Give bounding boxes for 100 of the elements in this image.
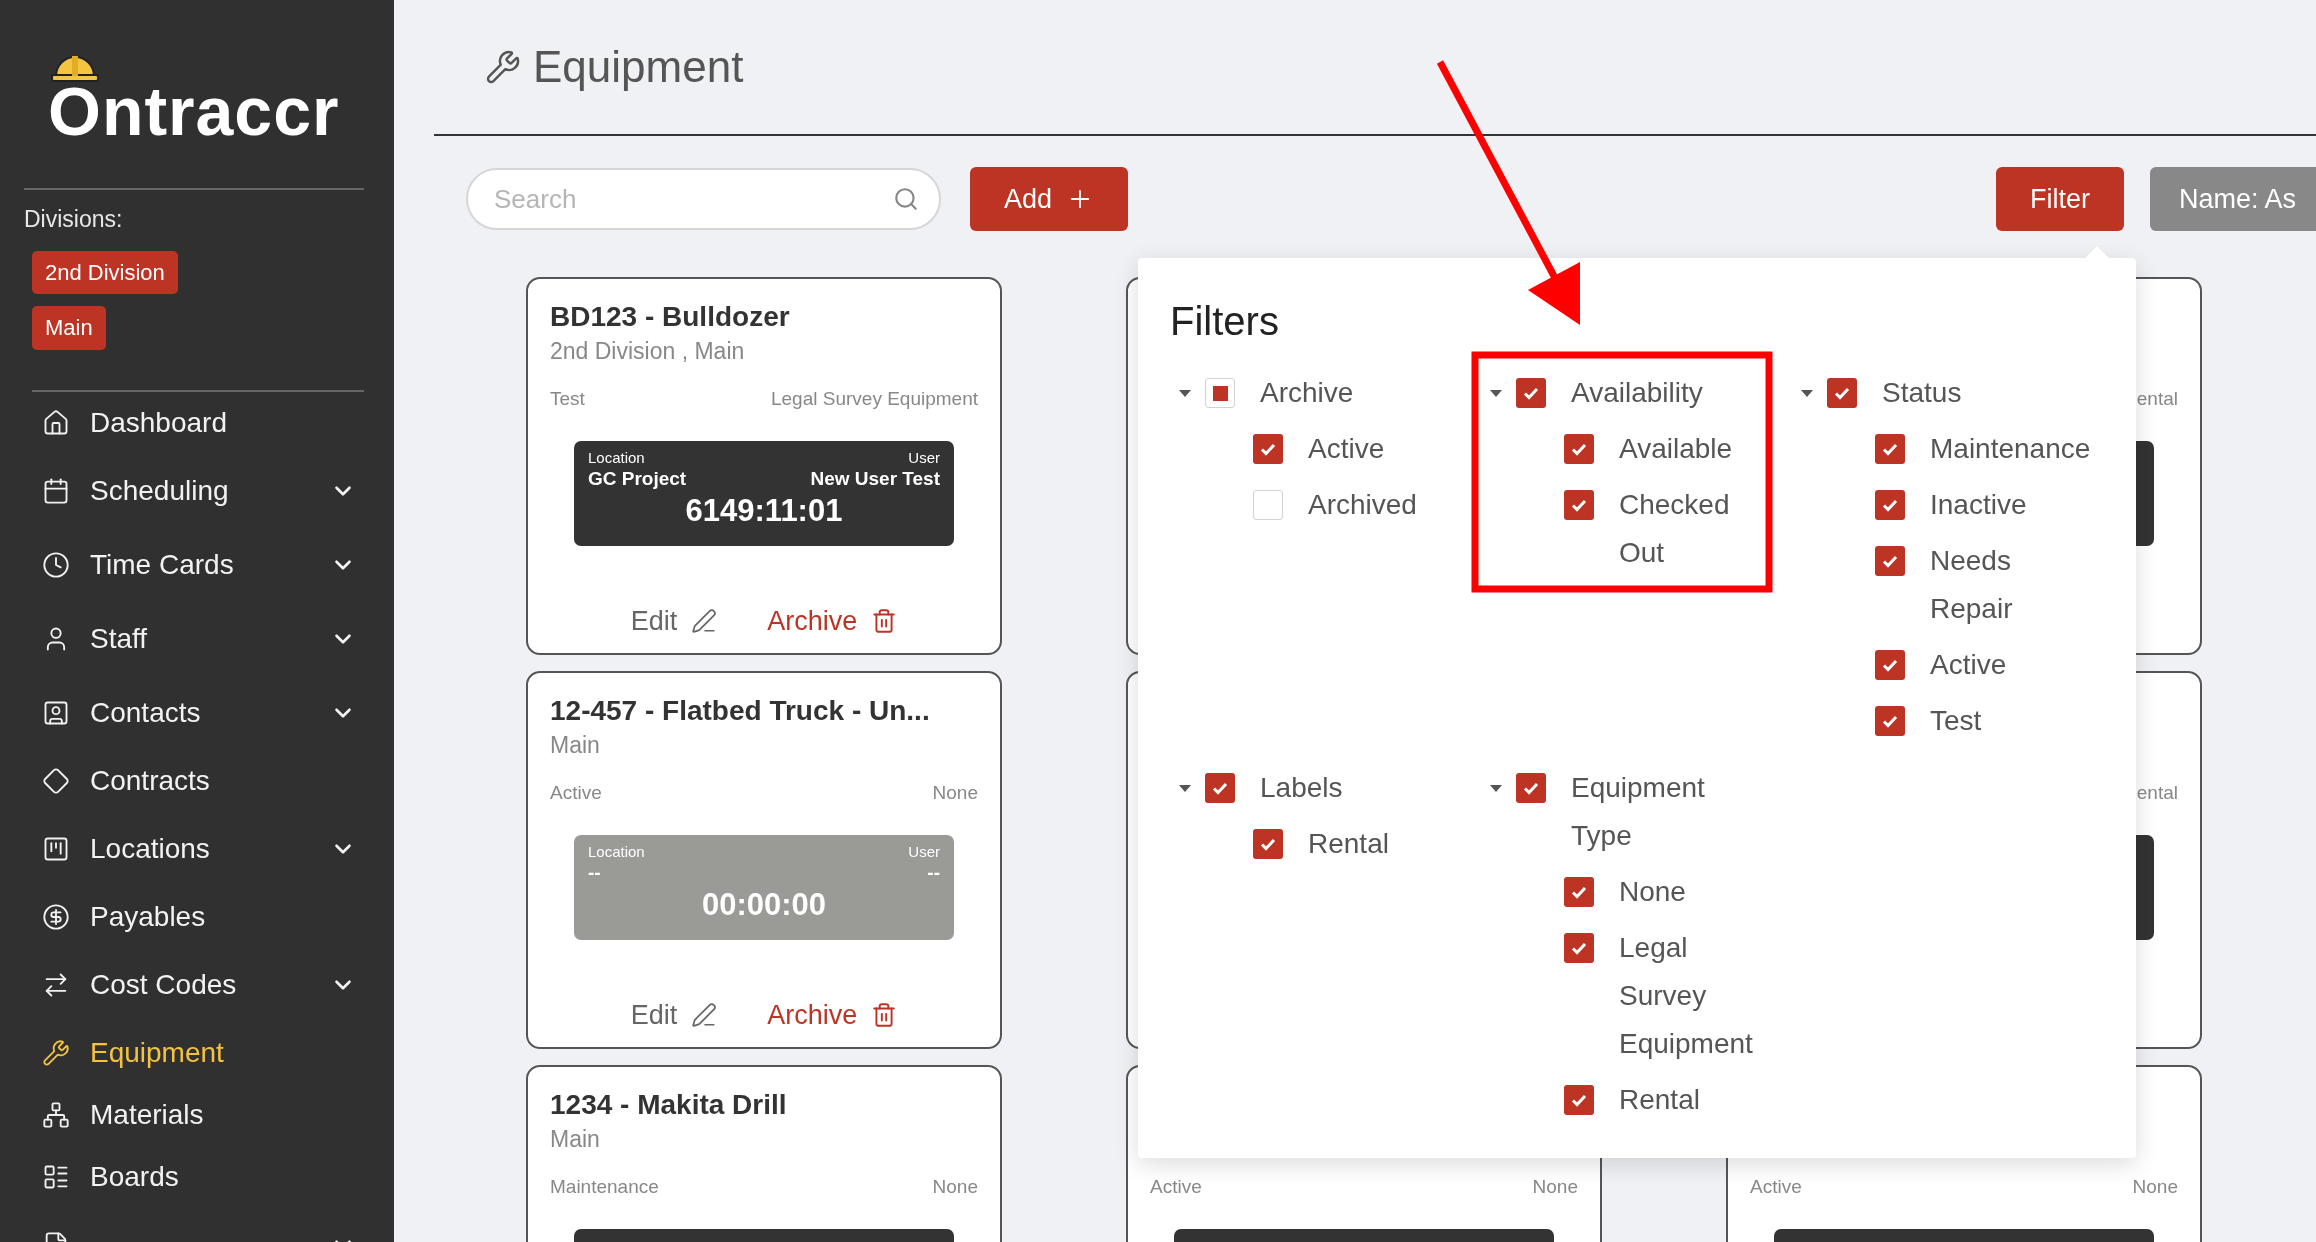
card-type: ental (2136, 782, 2178, 804)
nav-item[interactable]: Scheduling (24, 453, 364, 528)
division-tag: Main (32, 306, 106, 350)
filter-option-label[interactable]: Inactive (1930, 481, 2027, 529)
equipment-card[interactable]: 1234 - Makita Drill Main Maintenance None (526, 1065, 1002, 1242)
checkbox[interactable] (1516, 378, 1546, 408)
edit-button[interactable]: Edit (630, 999, 718, 1031)
timer-value: 00:00:00 (701, 886, 827, 924)
filter-option-label[interactable]: Needs Repair (1930, 537, 2013, 633)
sort-button[interactable]: Name: As (2149, 167, 2316, 231)
card-subtitle: Main (550, 731, 601, 760)
checkbox[interactable] (1564, 933, 1594, 963)
filter-option-label[interactable]: Active (1308, 425, 1385, 473)
filter-group-label[interactable]: Archive (1260, 369, 1354, 417)
card-subtitle: Main (550, 1125, 601, 1154)
card-type: None (932, 1176, 978, 1198)
nav-item[interactable]: Locations (24, 811, 364, 886)
popover-title: Filters (1170, 298, 1280, 344)
edit-button[interactable]: Edit (630, 605, 718, 637)
checkbox[interactable] (1564, 434, 1594, 464)
filter-group-label[interactable]: Equipment Type (1571, 764, 1705, 860)
card-subtitle: 2nd Division , Main (550, 337, 746, 366)
trash-icon (871, 1002, 898, 1028)
nav-item[interactable]: Materials (24, 1083, 364, 1146)
nav-item[interactable]: Dashboard (24, 391, 364, 454)
checkbox[interactable] (1827, 378, 1857, 408)
filter-option-label[interactable]: Available (1619, 425, 1733, 473)
filter-option-label[interactable]: Maintenance (1930, 425, 2091, 473)
card-type: ental (2136, 388, 2178, 410)
checkbox[interactable] (1253, 829, 1283, 859)
user-label: User (908, 449, 940, 467)
card-status: Maintenance (550, 1176, 659, 1198)
division-tag: 2nd Division (32, 251, 178, 295)
checkbox[interactable] (1253, 434, 1283, 464)
filter-option-label[interactable]: Test (1930, 697, 1982, 745)
card-title: 1234 - Makita Drill (550, 1088, 788, 1122)
filter-option-label[interactable]: Active (1930, 641, 2007, 689)
trash-icon (871, 608, 898, 634)
dollar-icon (42, 902, 70, 931)
checkbox[interactable] (1253, 490, 1283, 520)
filter-option-label[interactable]: None (1619, 868, 1686, 916)
checkbox[interactable] (1564, 877, 1594, 907)
nav-item[interactable]: Contacts (24, 675, 364, 750)
checkbox[interactable] (1516, 773, 1546, 803)
nav-item[interactable]: Boards (24, 1145, 364, 1208)
page-title: Equipment (533, 42, 744, 92)
checkbox[interactable] (1875, 434, 1905, 464)
checkbox[interactable] (1875, 546, 1905, 576)
timer-value: 6149:11:01 (685, 492, 843, 530)
filter-option-label[interactable]: Legal Survey Equipment (1619, 924, 1753, 1068)
checkbox[interactable] (1875, 490, 1905, 520)
wrench-icon (42, 1038, 70, 1067)
wrench-icon (485, 49, 521, 85)
card-status: Test (550, 388, 585, 410)
checkbox[interactable] (1875, 650, 1905, 680)
nav-item[interactable]: Time Cards (24, 527, 364, 602)
location-label: Location (588, 843, 645, 861)
equipment-card[interactable]: BD123 - Bulldozer 2nd Division , Main Test Legal Survey Equipment Location User GC Project New User Test 6149:11:01 Edit Archive (526, 277, 1002, 655)
filter-group-label[interactable]: Labels (1260, 764, 1343, 812)
diamond-icon (42, 766, 70, 795)
archive-button[interactable]: Archive (767, 605, 898, 637)
calendar-icon (42, 476, 70, 505)
archive-button[interactable]: Archive (767, 999, 898, 1031)
card-status: Active (1750, 1176, 1802, 1198)
location-value: GC Project (588, 467, 687, 491)
card-status: Active (550, 782, 602, 804)
card-type: Legal Survey Equipment (771, 388, 978, 410)
equipment-card[interactable]: 12-457 - Flatbed Truck - Un... Main Active None Location User -- -- 00:00:00 Edit Archive (526, 671, 1002, 1049)
user-value: New User Test (810, 467, 940, 491)
checkbox[interactable] (1205, 378, 1235, 408)
location-label: Location (588, 449, 645, 467)
search-input[interactable]: Search (492, 182, 893, 216)
search-icon[interactable] (893, 186, 919, 212)
location-value: -- (588, 861, 601, 885)
add-button[interactable]: Add (970, 167, 1128, 231)
nav-item[interactable]: Contracts (24, 749, 364, 812)
clock-icon (42, 550, 70, 579)
home-icon (42, 408, 70, 437)
nav-item[interactable]: Payables (24, 885, 364, 948)
checkbox[interactable] (1205, 773, 1235, 803)
search-field[interactable]: Search (466, 168, 941, 230)
nav-item[interactable]: Staff (24, 601, 364, 676)
filter-group-label[interactable]: Status (1882, 369, 1962, 417)
filter-group-label[interactable]: Availability (1571, 369, 1703, 417)
card-status: Active (1150, 1176, 1202, 1198)
nav-item[interactable]: Equipment (24, 1021, 364, 1084)
checkbox[interactable] (1564, 1085, 1594, 1115)
pencil-icon (691, 1002, 718, 1028)
filter-option-label[interactable]: Rental (1308, 820, 1389, 868)
filter-button[interactable]: Filter (1995, 167, 2124, 231)
card-title: BD123 - Bulldozer (550, 300, 791, 334)
checkbox[interactable] (1875, 706, 1905, 736)
nav-item[interactable]: Cost Codes (24, 947, 364, 1022)
divisions-label: Divisions: (24, 206, 124, 233)
checkbox[interactable] (1564, 490, 1594, 520)
filter-option-label[interactable]: Archived (1308, 481, 1417, 529)
filter-option-label[interactable]: Checked Out (1619, 481, 1730, 577)
filter-option-label[interactable]: Rental (1619, 1076, 1700, 1124)
user-label: User (908, 843, 940, 861)
card-type: None (2132, 1176, 2178, 1198)
